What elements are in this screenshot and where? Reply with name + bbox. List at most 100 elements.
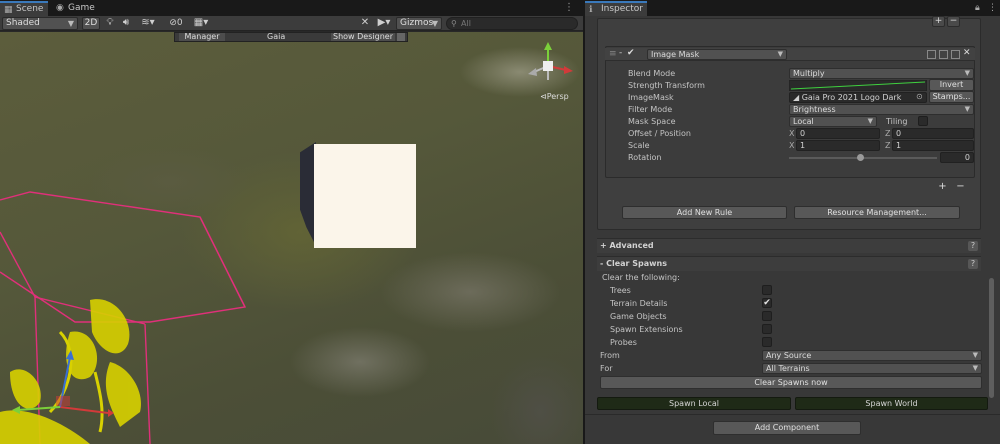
lightbulb-icon[interactable]: 💡︎ — [104, 17, 116, 30]
chevron-down-icon: ▼ — [964, 69, 970, 77]
rotation-input[interactable]: 0 — [940, 152, 974, 163]
for-label: For — [600, 364, 613, 373]
gizmos-dropdown[interactable]: Gizmos ▼ — [396, 17, 442, 30]
scene-viewport[interactable]: Manager Gaia Show Designer ⊲Persp — [0, 32, 583, 444]
shading-mode-dropdown[interactable]: Shaded ▼ — [2, 17, 78, 30]
add-mask-button[interactable]: + — [936, 182, 949, 193]
strength-transform-label: Strength Transform — [628, 81, 705, 90]
orientation-gizmo[interactable] — [526, 40, 576, 90]
foldout-minus-icon[interactable]: - — [619, 48, 622, 58]
tiling-label: Tiling — [886, 117, 908, 126]
scale-label: Scale — [628, 141, 650, 150]
search-icon: ⚲ — [451, 19, 457, 28]
kebab-menu-icon[interactable]: ⋮ — [564, 2, 575, 13]
rotation-slider-thumb[interactable] — [856, 154, 864, 161]
add-component-button[interactable]: Add Component — [713, 421, 861, 435]
mask-space-dropdown[interactable]: Local ▼ — [789, 116, 877, 127]
clear-spawns-now-button[interactable]: Clear Spawns now — [600, 376, 982, 389]
audio-icon[interactable]: 🔊︎ — [120, 17, 132, 30]
inspector-tabbar: ℹ Inspector 🔒︎ ⋮ — [585, 0, 1000, 16]
stamps-button[interactable]: Stamps... — [929, 91, 974, 103]
copy-icon[interactable] — [927, 50, 936, 59]
rotation-label: Rotation — [628, 153, 662, 162]
scene-panel: ▦ Scene ◉ Game ⋮ Shaded ▼ 2D 💡︎ 🔊︎ ≋▾ ⊘0 … — [0, 0, 583, 444]
hidden-objects-toggle[interactable]: ⊘0 — [164, 17, 188, 30]
blend-mode-label: Blend Mode — [628, 69, 676, 78]
camera-dropdown-icon[interactable]: ▶▾ — [375, 17, 393, 30]
divider — [585, 414, 1000, 415]
remove-rule-top-button[interactable]: − — [947, 16, 960, 27]
clear-following-label: Clear the following: — [602, 273, 680, 282]
scale-x-label: X — [789, 141, 795, 150]
rotation-slider-track[interactable] — [789, 154, 937, 161]
strength-curve-field[interactable] — [789, 80, 927, 91]
clear-spawn-extensions-checkbox[interactable] — [762, 324, 772, 334]
scale-z-input[interactable]: 1 — [892, 140, 974, 151]
toggle-2d-button[interactable]: 2D — [82, 17, 100, 30]
kebab-menu-icon[interactable]: ⋮ — [988, 3, 997, 13]
persp-label[interactable]: ⊲Persp — [540, 92, 569, 101]
clear-game-objects-label: Game Objects — [610, 312, 667, 321]
add-new-rule-button[interactable]: Add New Rule — [622, 206, 787, 219]
filter-mode-label: Filter Mode — [628, 105, 673, 114]
offset-x-input[interactable]: 0 — [796, 128, 880, 139]
offset-x-label: X — [789, 129, 795, 138]
enabled-checkmark-icon[interactable]: ✔ — [627, 48, 635, 58]
inspector-panel: ℹ Inspector 🔒︎ ⋮ + − ≡ - ✔ Image Mask ▼ ✕… — [585, 0, 1000, 444]
tab-game[interactable]: ◉ Game — [52, 1, 98, 16]
scene-tabbar: ▦ Scene ◉ Game ⋮ — [0, 0, 583, 16]
close-icon[interactable]: ✕ — [963, 48, 971, 58]
mask-type-dropdown[interactable]: Image Mask ▼ — [647, 49, 787, 60]
tiling-checkbox[interactable] — [918, 116, 928, 126]
help-icon[interactable]: ? — [968, 259, 978, 269]
scale-x-input[interactable]: 1 — [796, 140, 880, 151]
drag-handle-icon[interactable]: ≡ — [609, 49, 617, 59]
offset-z-input[interactable]: 0 — [892, 128, 974, 139]
clear-trees-checkbox[interactable] — [762, 285, 772, 295]
clear-terrain-details-checkbox[interactable]: ✔ — [762, 298, 772, 308]
scene-icon: ▦ — [4, 5, 13, 15]
perspective-icon: ⊲ — [540, 92, 547, 101]
chevron-down-icon: ▼ — [972, 351, 978, 359]
filter-mode-dropdown[interactable]: Brightness ▼ — [789, 104, 974, 115]
from-dropdown[interactable]: Any Source ▼ — [762, 350, 982, 361]
image-mask-label: ImageMask — [628, 93, 674, 102]
advanced-section-header[interactable]: + Advanced ? — [597, 238, 981, 253]
clear-probes-checkbox[interactable] — [762, 337, 772, 347]
grid-snap-dropdown-icon[interactable]: ▦▾ — [190, 17, 212, 30]
invert-button[interactable]: Invert — [929, 79, 974, 91]
spawn-world-button[interactable]: Spawn World — [795, 397, 988, 410]
clear-terrain-details-label: Terrain Details — [610, 299, 668, 308]
tools-icon[interactable]: ✕ — [358, 17, 372, 30]
help-icon[interactable]: ? — [968, 241, 978, 251]
hierarchy-search-input[interactable]: ⚲ All — [446, 17, 578, 30]
lock-icon[interactable]: 🔒︎ — [975, 3, 980, 13]
mask-space-label: Mask Space — [628, 117, 676, 126]
object-picker-icon[interactable]: ⊙ — [916, 92, 923, 101]
scale-z-label: Z — [885, 141, 891, 150]
clear-game-objects-checkbox[interactable] — [762, 311, 772, 321]
preview-icon[interactable] — [951, 50, 960, 59]
spawn-local-button[interactable]: Spawn Local — [597, 397, 791, 410]
inspector-scrollbar[interactable] — [989, 278, 994, 398]
chevron-down-icon: ▼ — [431, 19, 438, 28]
terrain-bounds-wireframe — [0, 191, 247, 444]
tab-inspector[interactable]: ℹ Inspector — [585, 1, 647, 16]
texture-icon: ◢ — [793, 93, 800, 102]
blend-mode-dropdown[interactable]: Multiply ▼ — [789, 68, 974, 79]
chevron-down-icon: ▼ — [867, 117, 873, 125]
clear-spawns-section-header[interactable]: - Clear Spawns ? — [597, 256, 981, 271]
scene-toolbar: Shaded ▼ 2D 💡︎ 🔊︎ ≋▾ ⊘0 ▦▾ ✕ ▶▾ Gizmos ▼ ⚲… — [0, 16, 583, 31]
effects-dropdown-icon[interactable]: ≋▾ — [138, 17, 158, 30]
paste-icon[interactable] — [939, 50, 948, 59]
chevron-down-icon: ▼ — [964, 105, 970, 113]
for-dropdown[interactable]: All Terrains ▼ — [762, 363, 982, 374]
add-rule-top-button[interactable]: + — [932, 16, 945, 27]
cube-object[interactable] — [314, 144, 416, 248]
image-mask-header: ≡ - ✔ Image Mask ▼ ✕ — [605, 48, 975, 61]
image-mask-field[interactable]: ◢ Gaia Pro 2021 Logo Dark — [789, 92, 927, 103]
game-icon: ◉ — [56, 3, 64, 13]
resource-management-button[interactable]: Resource Management... — [794, 206, 960, 219]
tab-scene[interactable]: ▦ Scene — [0, 1, 48, 16]
remove-mask-button[interactable]: − — [954, 182, 967, 193]
